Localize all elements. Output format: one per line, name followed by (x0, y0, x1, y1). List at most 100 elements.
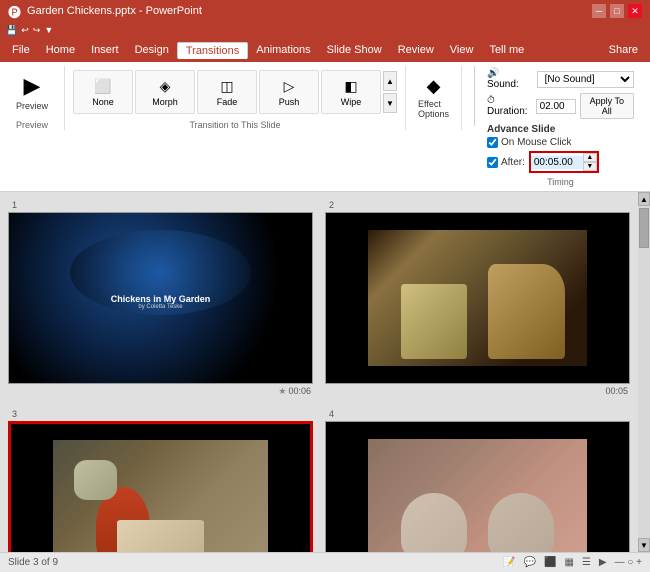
scroll-track: ▲ ▼ (638, 192, 650, 552)
view-normal-icon[interactable]: ⬛ (544, 557, 556, 568)
effect-group-label (414, 128, 453, 130)
comments-icon[interactable]: 💬 (524, 557, 536, 568)
push-icon: ▷ (284, 78, 295, 95)
slide-3-img (53, 440, 268, 552)
slide-4-bg (326, 422, 629, 552)
morph-label: Morph (152, 97, 178, 107)
fade-icon: ◫ (220, 78, 233, 95)
sound-label: 🔊 Sound: (487, 68, 533, 90)
time-spin-down[interactable]: ▼ (583, 162, 597, 171)
save-icon[interactable]: 💾 (6, 25, 17, 36)
ribbon-group-preview: ▶ Preview Preview (8, 66, 65, 130)
slide-2-img (368, 230, 586, 366)
slide-duration-1: ★ 00:06 (278, 386, 311, 397)
none-label: None (92, 97, 114, 107)
customize-icon[interactable]: ▼ (44, 25, 53, 35)
status-bar: Slide 3 of 9 📝 💬 ⬛ ▦ ☰ ▶ — ○ + (0, 552, 650, 572)
view-slide-sorter-icon[interactable]: ▦ (564, 557, 573, 568)
transition-none-button[interactable]: ⬜ None (73, 70, 133, 114)
ribbon-group-timing: 🔊 Sound: [No Sound] ⏱ Duration: Apply To… (487, 66, 642, 187)
menu-slideshow[interactable]: Slide Show (319, 42, 390, 58)
menu-review[interactable]: Review (390, 42, 442, 58)
slideshow-icon[interactable]: ▶ (599, 557, 607, 568)
slide-thumb-2[interactable] (325, 212, 630, 384)
slide-thumb-4[interactable] (325, 421, 630, 552)
effect-icon: ◆ (427, 76, 441, 97)
transition-scroll[interactable]: ▲ ▼ (383, 71, 397, 113)
zoom-level: — ○ + (615, 557, 642, 568)
scroll-up-button[interactable]: ▲ (383, 71, 397, 91)
app-icon: 🅟 (8, 2, 21, 21)
advance-slide-section: Advance Slide On Mouse Click After: (487, 124, 634, 173)
menu-transitions[interactable]: Transitions (177, 42, 248, 59)
after-checkbox[interactable] (487, 157, 498, 168)
star-icon-1: ★ (278, 386, 286, 397)
time-spin-buttons[interactable]: ▲ ▼ (583, 153, 597, 171)
title-bar-left: 🅟 Garden Chickens.pptx - PowerPoint (8, 2, 202, 21)
title-bar-controls[interactable]: ─ □ ✕ (592, 4, 642, 18)
duration-label: ⏱ Duration: (487, 95, 532, 117)
ribbon-group-transitions: ⬜ None ◈ Morph ◫ Fade ▷ Push ◧ Wipe (73, 66, 406, 130)
notes-icon[interactable]: 📝 (503, 557, 515, 568)
slide-number-3: 3 (12, 409, 17, 419)
menu-home[interactable]: Home (38, 42, 83, 58)
slide-thumb-1[interactable]: Chickens in My Garden by Coletta Teske (8, 212, 313, 384)
preview-button[interactable]: ▶ Preview (8, 69, 56, 115)
sound-row: 🔊 Sound: [No Sound] (487, 68, 634, 90)
window-title: Garden Chickens.pptx - PowerPoint (27, 5, 202, 17)
on-mouse-click-label[interactable]: On Mouse Click (487, 137, 572, 148)
menu-insert[interactable]: Insert (83, 42, 127, 58)
scroll-down-button[interactable]: ▼ (638, 538, 650, 552)
after-time-group: ▲ ▼ (529, 151, 599, 173)
slide-duration-2: 00:05 (605, 386, 628, 396)
after-time-input[interactable] (531, 156, 583, 169)
timing-group-label: Timing (487, 175, 634, 187)
close-button[interactable]: ✕ (628, 4, 642, 18)
scroll-up-button[interactable]: ▲ (638, 192, 650, 206)
slide-item-1: 1 Chickens in My Garden by Coletta Teske… (8, 200, 313, 397)
on-mouse-click-checkbox[interactable] (487, 137, 498, 148)
title-bar: 🅟 Garden Chickens.pptx - PowerPoint ─ □ … (0, 0, 650, 22)
sound-select[interactable]: [No Sound] (537, 71, 634, 88)
scroll-thumb[interactable] (639, 208, 649, 248)
transition-wipe-button[interactable]: ◧ Wipe (321, 70, 381, 114)
transition-push-button[interactable]: ▷ Push (259, 70, 319, 114)
status-right: 📝 💬 ⬛ ▦ ☰ ▶ — ○ + (503, 557, 642, 568)
menu-design[interactable]: Design (127, 42, 177, 58)
slide-number-2: 2 (329, 200, 334, 210)
effect-content: ◆ EffectOptions (414, 66, 453, 128)
menu-tellme[interactable]: Tell me (481, 42, 532, 58)
transitions-group-label: Transition to This Slide (73, 118, 397, 130)
transition-morph-button[interactable]: ◈ Morph (135, 70, 195, 114)
slide-3-bg (11, 424, 310, 552)
slide-1-title: Chickens in My Garden (111, 294, 211, 304)
scroll-down-button[interactable]: ▼ (383, 93, 397, 113)
minimize-button[interactable]: ─ (592, 4, 606, 18)
wipe-icon: ◧ (344, 78, 357, 95)
duration-input[interactable] (536, 99, 576, 114)
preview-content: ▶ Preview (8, 66, 56, 118)
menu-animations[interactable]: Animations (248, 42, 318, 58)
view-reading-icon[interactable]: ☰ (582, 557, 591, 568)
slide-thumb-3[interactable] (8, 421, 313, 552)
after-label[interactable]: After: (487, 157, 525, 168)
after-row: After: ▲ ▼ (487, 151, 634, 173)
time-spin-up[interactable]: ▲ (583, 153, 597, 162)
ribbon-separator-1 (474, 66, 475, 126)
share-button[interactable]: Share (601, 42, 646, 58)
maximize-button[interactable]: □ (610, 4, 624, 18)
effect-options-button[interactable]: ◆ EffectOptions (414, 72, 453, 123)
slide-grid: 1 Chickens in My Garden by Coletta Teske… (0, 192, 638, 552)
after-text: After: (501, 157, 525, 168)
undo-icon[interactable]: ↩ (21, 25, 29, 36)
preview-icon: ▶ (24, 73, 41, 99)
slide-item-3: 3 00:06 (8, 409, 313, 552)
slide-1-subtitle: by Coletta Teske (111, 304, 211, 310)
menu-file[interactable]: File (4, 42, 38, 58)
slide-item-4: 4 00:06 (325, 409, 630, 552)
slide-info: Slide 3 of 9 (8, 557, 58, 568)
menu-view[interactable]: View (442, 42, 482, 58)
transition-fade-button[interactable]: ◫ Fade (197, 70, 257, 114)
apply-to-all-button[interactable]: Apply To All (580, 93, 634, 119)
redo-icon[interactable]: ↪ (33, 25, 41, 36)
